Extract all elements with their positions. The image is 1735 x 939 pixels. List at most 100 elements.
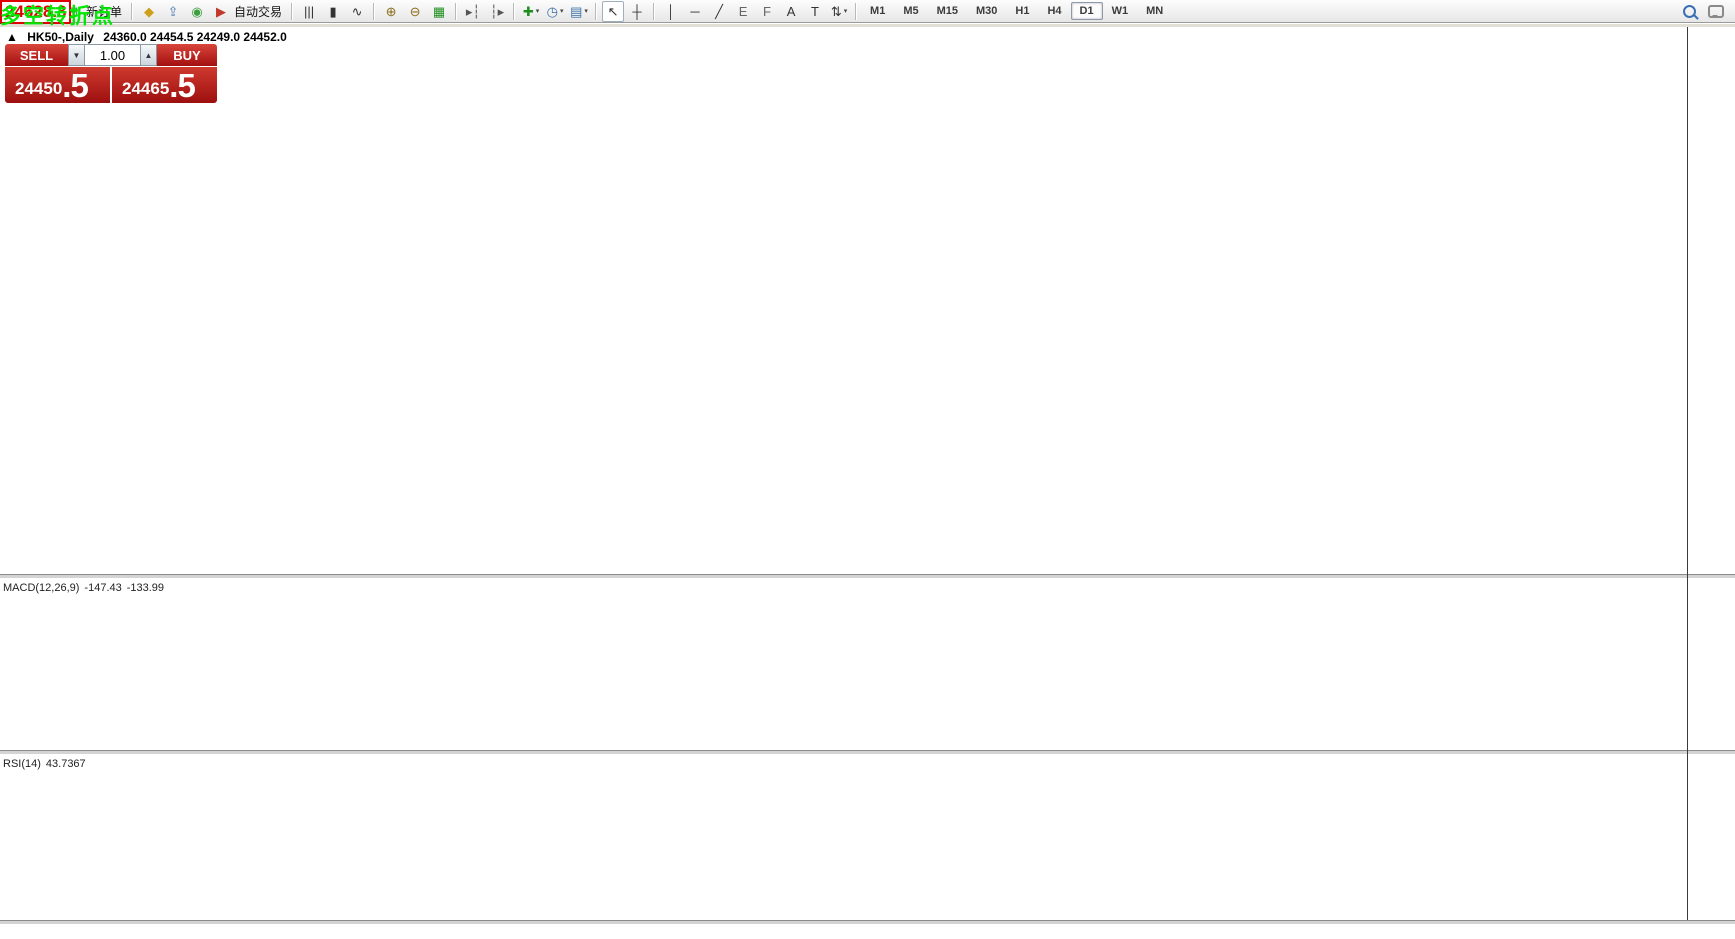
bar-chart-button[interactable]: |||	[298, 1, 320, 22]
tile-windows-button[interactable]: ▦	[428, 1, 450, 22]
timeframe-mn-button[interactable]: MN	[1137, 2, 1172, 20]
toolbar-separator	[455, 3, 457, 20]
chart-ohlc-values: 24360.0 24454.5 24249.0 24452.0	[103, 30, 287, 44]
toolbar-separator	[291, 3, 293, 20]
fibonacci-button[interactable]: F	[756, 1, 778, 22]
text-label-button[interactable]: T	[804, 1, 826, 22]
buy-price-frac: .5	[169, 69, 195, 102]
equidistant-channel-button[interactable]: E	[732, 1, 754, 22]
dropdown-arrow-icon: ▾	[844, 7, 848, 15]
candlestick-chart-icon: ▮	[329, 5, 336, 18]
toolbar-separator	[653, 3, 655, 20]
trading-platform-window: ▥◫⊞新订单◆⇪◉▶自动交易|||▮∿⊕⊖▦▸┆┆▸✚▾◷▾▤▾↖┼│─╱EFA…	[0, 0, 1735, 939]
sell-price[interactable]: 24450 .5	[5, 67, 110, 103]
toolbar-separator	[855, 3, 857, 20]
styles-button[interactable]: ◆	[138, 1, 160, 22]
arrows-icon: ⇅	[831, 5, 842, 18]
search-button[interactable]	[1678, 1, 1700, 22]
chart-title: ▲ HK50-,Daily 24360.0 24454.5 24249.0 24…	[6, 30, 287, 44]
macd-signal-value: -133.99	[127, 582, 164, 594]
sell-button[interactable]: SELL	[5, 44, 68, 66]
text-icon: A	[787, 5, 796, 18]
chart-shift-icon: ┆▸	[490, 5, 504, 18]
chart-symbol-label: HK50-,Daily	[27, 30, 94, 44]
toolbar-separator	[373, 3, 375, 20]
horizontal-line-icon: ─	[690, 5, 699, 18]
line-chart-icon: ∿	[352, 5, 363, 18]
zoom-out-button[interactable]: ⊖	[404, 1, 426, 22]
templates-button[interactable]: ▤▾	[568, 1, 590, 22]
vertical-line-button[interactable]: │	[660, 1, 682, 22]
dropdown-arrow-icon: ▾	[584, 7, 588, 15]
auto-scroll-icon: ▸┆	[466, 5, 480, 18]
timeframe-w1-button[interactable]: W1	[1103, 2, 1138, 20]
buy-button[interactable]: BUY	[157, 44, 217, 66]
timeframe-m1-button[interactable]: M1	[861, 2, 894, 20]
price-axis-line	[1687, 27, 1688, 920]
toolbar-separator	[513, 3, 515, 20]
dropdown-arrow-icon: ▾	[536, 7, 540, 15]
dropdown-arrow-icon: ▾	[560, 7, 564, 15]
autotrading-button[interactable]: ▶	[210, 1, 232, 22]
volume-increase-button[interactable]: ▲	[140, 44, 157, 66]
cursor-button[interactable]: ↖	[602, 1, 624, 22]
buy-price[interactable]: 24465 .5	[112, 67, 217, 103]
bar-chart-icon: |||	[304, 5, 314, 18]
equidistant-channel-icon: E	[739, 5, 748, 18]
cursor-icon: ↖	[608, 5, 619, 18]
main-toolbar: ▥◫⊞新订单◆⇪◉▶自动交易|||▮∿⊕⊖▦▸┆┆▸✚▾◷▾▤▾↖┼│─╱EFA…	[0, 0, 1735, 23]
periods-icon: ◷	[547, 5, 558, 18]
turning-point-text[interactable]: 多空转折点	[0, 0, 115, 30]
fibonacci-icon: F	[763, 5, 771, 18]
publish-icon: ⇪	[168, 5, 179, 18]
vertical-line-icon: │	[667, 5, 675, 18]
templates-icon: ▤	[570, 5, 582, 18]
volume-input[interactable]	[85, 44, 140, 66]
volume-decrease-button[interactable]: ▼	[68, 44, 85, 66]
rsi-indicator-label: RSI(14)43.7367	[3, 758, 86, 770]
search-icon	[1683, 5, 1696, 18]
autotrading-icon: ▶	[216, 5, 226, 18]
trendline-icon: ╱	[715, 5, 723, 18]
sell-price-frac: .5	[62, 69, 88, 102]
rsi-pane[interactable]	[0, 756, 1687, 920]
chat-icon	[1708, 5, 1724, 18]
horizontal-line-button[interactable]: ─	[684, 1, 706, 22]
signals-button[interactable]: ◉	[186, 1, 208, 22]
styles-icon: ◆	[144, 5, 154, 18]
autotrading-label: 自动交易	[234, 3, 282, 20]
publish-button[interactable]: ⇪	[162, 1, 184, 22]
add-indicators-button[interactable]: ✚▾	[520, 1, 542, 22]
one-click-trade-panel: SELL ▼ ▲ BUY 24450 .5 24465 .5	[5, 44, 217, 103]
rsi-value: 43.7367	[46, 758, 86, 770]
timeframe-m30-button[interactable]: M30	[967, 2, 1006, 20]
macd-indicator-label: MACD(12,26,9)-147.43-133.99	[3, 582, 164, 594]
timeframe-d1-button[interactable]: D1	[1071, 2, 1103, 20]
chat-button[interactable]	[1705, 1, 1727, 22]
chart-shift-button[interactable]: ┆▸	[486, 1, 508, 22]
timeframe-h4-button[interactable]: H4	[1038, 2, 1070, 20]
timeframe-h1-button[interactable]: H1	[1006, 2, 1038, 20]
candlestick-chart-button[interactable]: ▮	[322, 1, 344, 22]
pane-separator[interactable]	[0, 574, 1735, 579]
crosshair-button[interactable]: ┼	[626, 1, 648, 22]
macd-pane[interactable]	[0, 580, 1687, 750]
sell-price-main: 24450	[15, 76, 62, 102]
pane-separator[interactable]	[0, 750, 1735, 755]
zoom-out-icon: ⊖	[410, 5, 421, 18]
arrows-button[interactable]: ⇅▾	[828, 1, 850, 22]
periods-button[interactable]: ◷▾	[544, 1, 566, 22]
line-chart-button[interactable]: ∿	[346, 1, 368, 22]
timeframe-m15-button[interactable]: M15	[928, 2, 967, 20]
crosshair-icon: ┼	[632, 5, 641, 18]
timeframe-m5-button[interactable]: M5	[894, 2, 927, 20]
zoom-in-icon: ⊕	[386, 5, 397, 18]
auto-scroll-button[interactable]: ▸┆	[462, 1, 484, 22]
trendline-button[interactable]: ╱	[708, 1, 730, 22]
zoom-in-button[interactable]: ⊕	[380, 1, 402, 22]
panel-collapse-icon[interactable]: ▲	[6, 30, 18, 44]
buy-price-main: 24465	[122, 76, 169, 102]
text-button[interactable]: A	[780, 1, 802, 22]
macd-main-value: -147.43	[84, 582, 121, 594]
price-chart-pane[interactable]	[0, 27, 1687, 574]
